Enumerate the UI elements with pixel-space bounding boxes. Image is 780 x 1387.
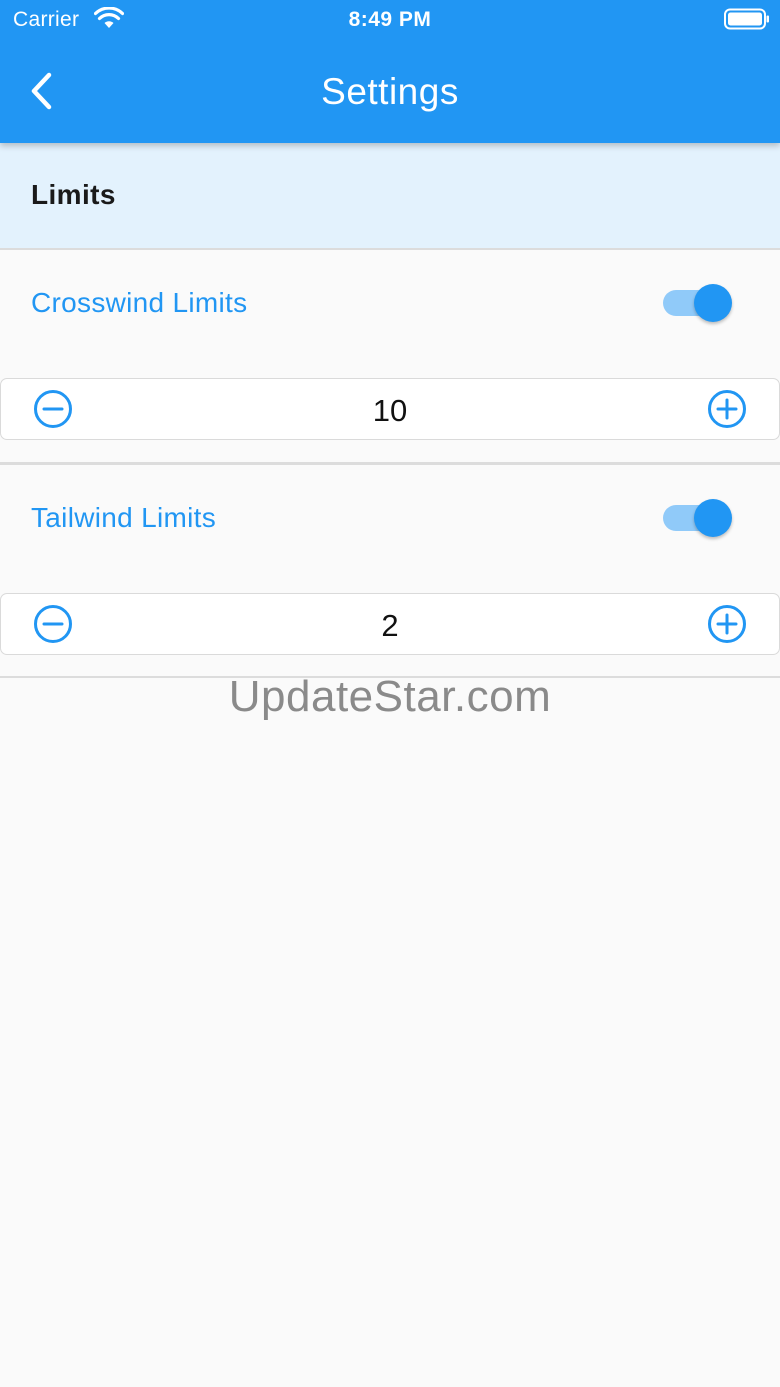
crosswind-toggle[interactable] xyxy=(662,281,734,325)
toggle-thumb xyxy=(694,284,732,322)
page-title: Settings xyxy=(321,71,459,112)
tailwind-value: 2 xyxy=(381,608,399,643)
plus-circle-icon[interactable] xyxy=(707,389,747,429)
status-time: 8:49 PM xyxy=(348,8,432,31)
tailwind-stepper: 2 xyxy=(0,593,780,655)
tailwind-toggle[interactable] xyxy=(662,496,734,540)
plus-circle-icon[interactable] xyxy=(707,604,747,644)
watermark: UpdateStar.com xyxy=(228,672,552,721)
crosswind-value: 10 xyxy=(372,393,408,428)
section-header: Limits xyxy=(0,143,780,250)
crosswind-stepper: 10 xyxy=(0,378,780,440)
divider xyxy=(0,462,780,465)
battery-icon xyxy=(724,8,769,30)
setting-label-crosswind: Crosswind Limits xyxy=(31,287,248,318)
status-bar: Carrier 8:49 PM xyxy=(0,0,780,40)
section-title: Limits xyxy=(31,179,116,210)
app-bar: Carrier 8:49 PM Settings xyxy=(0,0,780,143)
setting-label-tailwind: Tailwind Limits xyxy=(31,502,216,533)
toggle-thumb xyxy=(694,499,732,537)
